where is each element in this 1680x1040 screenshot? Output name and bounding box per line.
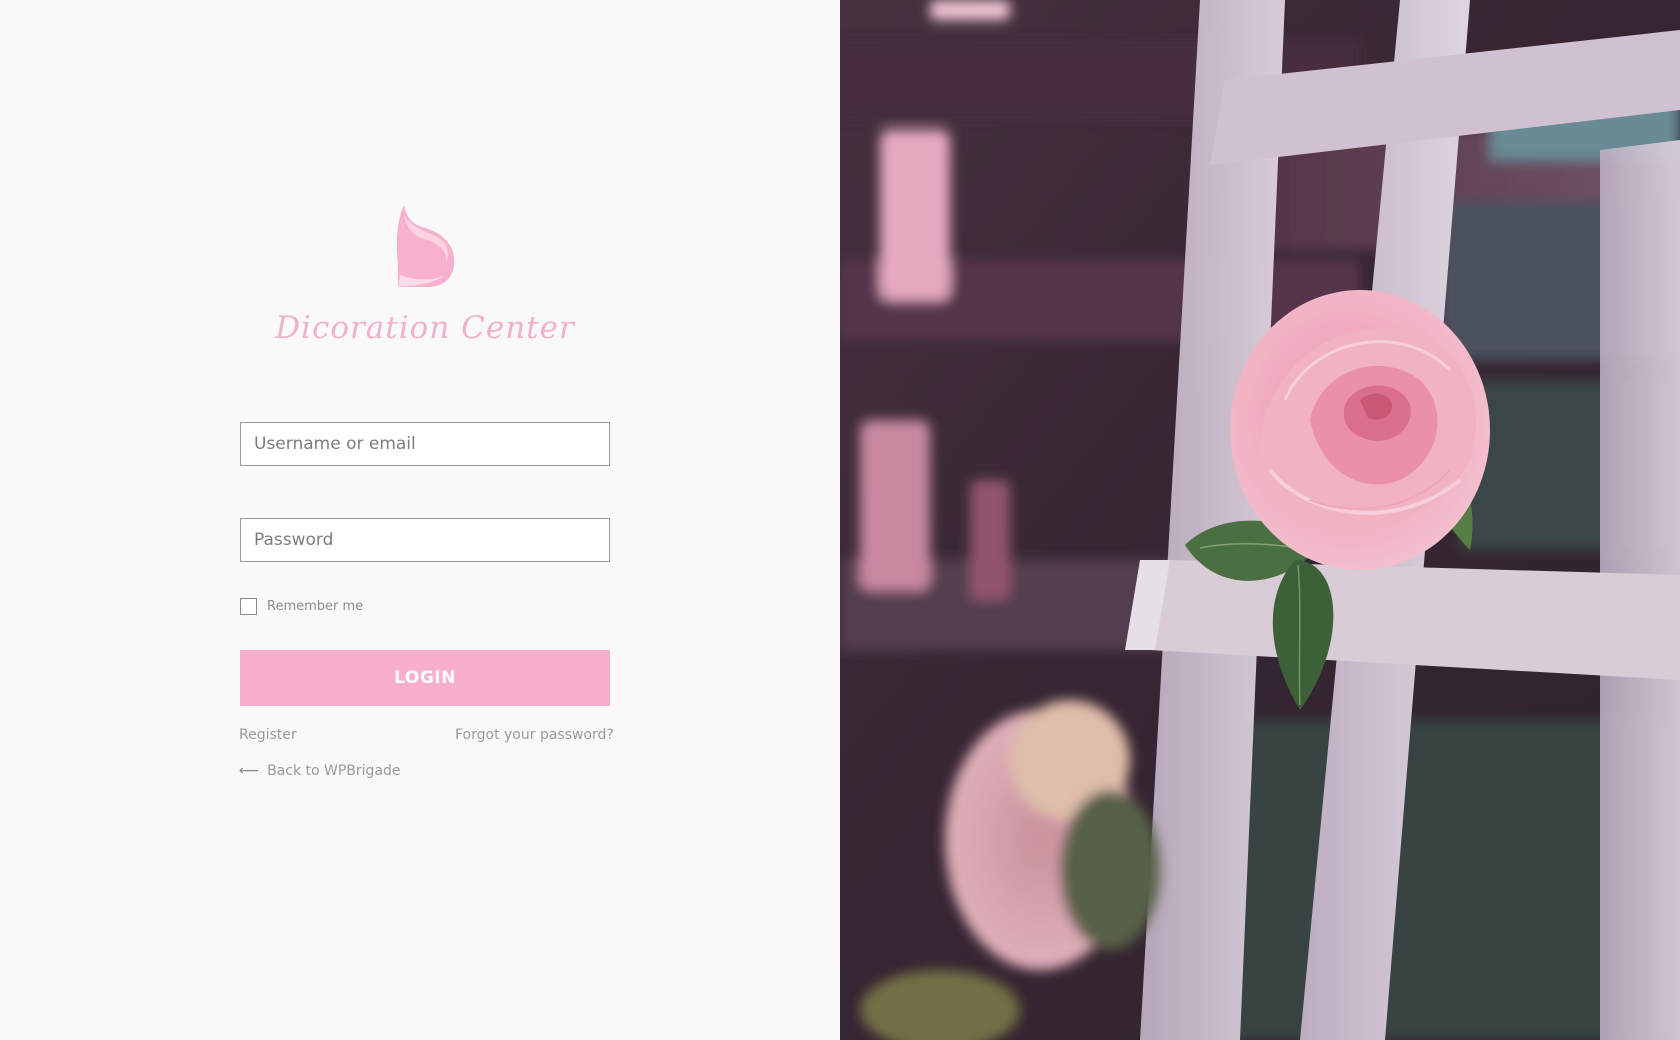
left-arrow-icon: ⟵ <box>239 763 260 779</box>
login-button[interactable]: LOGIN <box>240 650 610 706</box>
remember-me-label[interactable]: Remember me <box>267 599 363 614</box>
back-link-label: Back to WPBrigade <box>267 763 401 779</box>
remember-me-row: Remember me <box>240 596 363 616</box>
username-input[interactable] <box>240 422 610 466</box>
login-page: Dicoration Center Remember me LOGIN Regi… <box>0 0 1680 1040</box>
background-photo <box>840 0 1680 1040</box>
register-link[interactable]: Register <box>239 727 297 743</box>
back-to-site-link[interactable]: ⟵ Back to WPBrigade <box>239 763 401 779</box>
login-panel: Dicoration Center Remember me LOGIN Regi… <box>0 0 840 1040</box>
remember-me-checkbox[interactable] <box>240 597 257 615</box>
rose-trellis-image <box>840 0 1680 1040</box>
logo-leaf-icon <box>396 205 455 287</box>
brand-logo: Dicoration Center <box>0 205 850 355</box>
brand-name: Dicoration Center <box>275 310 575 346</box>
forgot-password-link[interactable]: Forgot your password? <box>455 727 614 743</box>
password-input[interactable] <box>240 518 610 562</box>
